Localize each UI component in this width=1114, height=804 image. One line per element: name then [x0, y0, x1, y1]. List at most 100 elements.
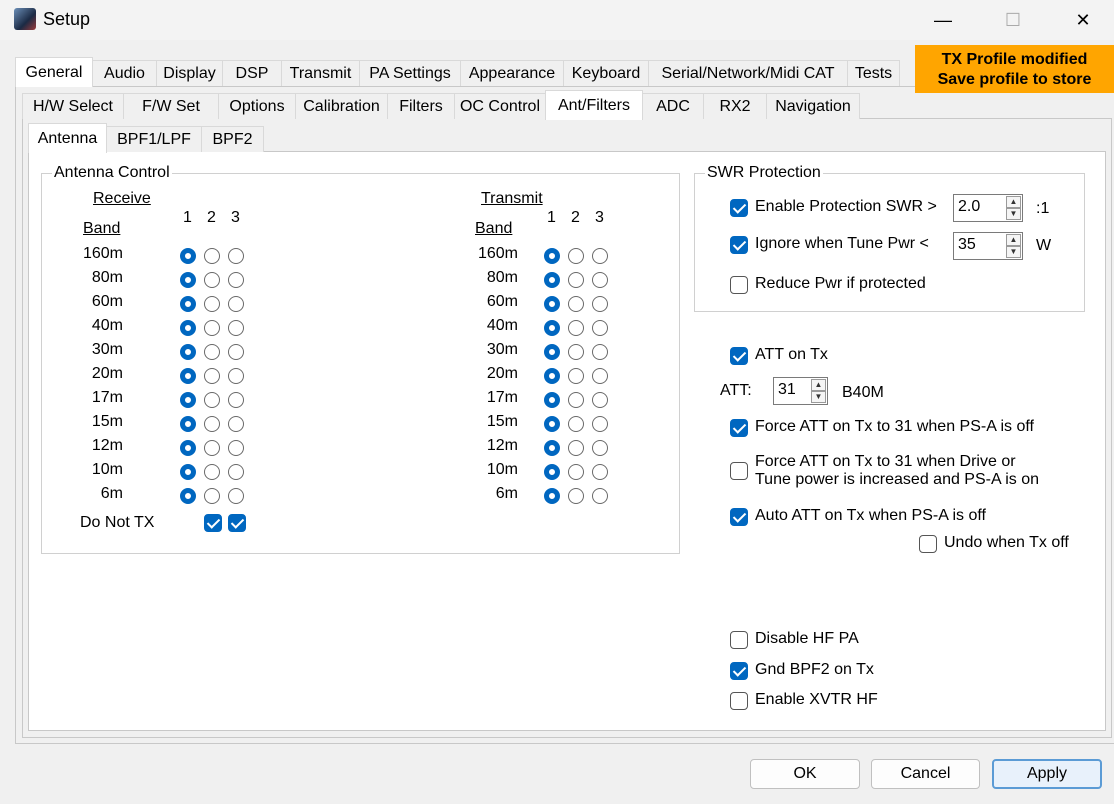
- gnd-bpf2-checkbox[interactable]: [730, 662, 748, 680]
- receive-antenna-radio[interactable]: [204, 296, 220, 312]
- receive-antenna-radio[interactable]: [180, 464, 196, 480]
- spin-down-icon[interactable]: ▼: [1006, 246, 1021, 258]
- transmit-antenna-radio[interactable]: [568, 392, 584, 408]
- receive-antenna-radio[interactable]: [180, 416, 196, 432]
- receive-antenna-radio[interactable]: [228, 368, 244, 384]
- transmit-antenna-radio[interactable]: [592, 392, 608, 408]
- maximize-button[interactable]: ☐: [990, 0, 1036, 40]
- transmit-antenna-radio[interactable]: [568, 464, 584, 480]
- transmit-antenna-radio[interactable]: [544, 368, 560, 384]
- do-not-tx-3-checkbox[interactable]: [228, 514, 246, 532]
- receive-antenna-radio[interactable]: [180, 320, 196, 336]
- receive-antenna-radio[interactable]: [180, 368, 196, 384]
- transmit-antenna-radio[interactable]: [544, 344, 560, 360]
- receive-antenna-radio[interactable]: [228, 272, 244, 288]
- transmit-antenna-radio[interactable]: [544, 272, 560, 288]
- undo-tx-off-checkbox[interactable]: [919, 535, 937, 553]
- tab-general[interactable]: General: [15, 57, 93, 87]
- transmit-antenna-radio[interactable]: [568, 440, 584, 456]
- tab-antenna[interactable]: Antenna: [28, 123, 107, 153]
- receive-antenna-radio[interactable]: [204, 416, 220, 432]
- tab-audio[interactable]: Audio: [92, 60, 157, 86]
- transmit-antenna-radio[interactable]: [568, 368, 584, 384]
- tab-bpf1-lpf[interactable]: BPF1/LPF: [106, 126, 202, 152]
- tab-display[interactable]: Display: [156, 60, 223, 86]
- close-button[interactable]: ✕: [1060, 0, 1106, 40]
- tab-filters[interactable]: Filters: [387, 93, 455, 119]
- receive-antenna-radio[interactable]: [204, 320, 220, 336]
- transmit-antenna-radio[interactable]: [592, 272, 608, 288]
- transmit-antenna-radio[interactable]: [544, 392, 560, 408]
- transmit-antenna-radio[interactable]: [544, 488, 560, 504]
- transmit-antenna-radio[interactable]: [568, 248, 584, 264]
- tab-tests[interactable]: Tests: [847, 60, 900, 86]
- tab-f-w-set[interactable]: F/W Set: [123, 93, 219, 119]
- transmit-antenna-radio[interactable]: [592, 464, 608, 480]
- receive-antenna-radio[interactable]: [228, 344, 244, 360]
- ignore-tune-checkbox[interactable]: [730, 236, 748, 254]
- enable-protection-checkbox[interactable]: [730, 199, 748, 217]
- ok-button[interactable]: OK: [750, 759, 860, 789]
- spin-up-icon[interactable]: ▲: [811, 379, 826, 391]
- receive-antenna-radio[interactable]: [228, 416, 244, 432]
- receive-antenna-radio[interactable]: [180, 272, 196, 288]
- receive-antenna-radio[interactable]: [180, 440, 196, 456]
- receive-antenna-radio[interactable]: [228, 488, 244, 504]
- transmit-antenna-radio[interactable]: [592, 344, 608, 360]
- spin-down-icon[interactable]: ▼: [1006, 208, 1021, 220]
- receive-antenna-radio[interactable]: [228, 464, 244, 480]
- tab-keyboard[interactable]: Keyboard: [563, 60, 649, 86]
- att-value-spinner[interactable]: 31 ▲ ▼: [773, 377, 828, 405]
- transmit-antenna-radio[interactable]: [592, 416, 608, 432]
- transmit-antenna-radio[interactable]: [568, 416, 584, 432]
- transmit-antenna-radio[interactable]: [568, 320, 584, 336]
- transmit-antenna-radio[interactable]: [592, 320, 608, 336]
- receive-antenna-radio[interactable]: [204, 344, 220, 360]
- transmit-antenna-radio[interactable]: [592, 296, 608, 312]
- receive-antenna-radio[interactable]: [180, 248, 196, 264]
- receive-antenna-radio[interactable]: [180, 344, 196, 360]
- receive-antenna-radio[interactable]: [204, 392, 220, 408]
- receive-antenna-radio[interactable]: [228, 440, 244, 456]
- force-att-psa-off-checkbox[interactable]: [730, 419, 748, 437]
- tab-calibration[interactable]: Calibration: [295, 93, 388, 119]
- tab-navigation[interactable]: Navigation: [766, 93, 860, 119]
- att-on-tx-checkbox[interactable]: [730, 347, 748, 365]
- tab-bpf2[interactable]: BPF2: [201, 126, 264, 152]
- disable-hf-pa-checkbox[interactable]: [730, 631, 748, 649]
- receive-antenna-radio[interactable]: [204, 488, 220, 504]
- transmit-antenna-radio[interactable]: [544, 440, 560, 456]
- reduce-pwr-checkbox[interactable]: [730, 276, 748, 294]
- tab-options[interactable]: Options: [218, 93, 296, 119]
- receive-antenna-radio[interactable]: [204, 464, 220, 480]
- transmit-antenna-radio[interactable]: [592, 488, 608, 504]
- spin-down-icon[interactable]: ▼: [811, 391, 826, 403]
- receive-antenna-radio[interactable]: [228, 296, 244, 312]
- tab-rx2[interactable]: RX2: [703, 93, 767, 119]
- tab-adc[interactable]: ADC: [642, 93, 704, 119]
- receive-antenna-radio[interactable]: [228, 320, 244, 336]
- tab-serial-network-midi-cat[interactable]: Serial/Network/Midi CAT: [648, 60, 848, 86]
- tune-pwr-spinner[interactable]: 35 ▲ ▼: [953, 232, 1023, 260]
- transmit-antenna-radio[interactable]: [592, 248, 608, 264]
- receive-antenna-radio[interactable]: [180, 488, 196, 504]
- tab-ant-filters[interactable]: Ant/Filters: [545, 90, 643, 120]
- apply-button[interactable]: Apply: [992, 759, 1102, 789]
- transmit-antenna-radio[interactable]: [544, 320, 560, 336]
- receive-antenna-radio[interactable]: [228, 248, 244, 264]
- receive-antenna-radio[interactable]: [180, 296, 196, 312]
- force-att-drive-checkbox[interactable]: [730, 462, 748, 480]
- receive-antenna-radio[interactable]: [204, 368, 220, 384]
- enable-xvtr-checkbox[interactable]: [730, 692, 748, 710]
- tab-pa-settings[interactable]: PA Settings: [359, 60, 461, 86]
- transmit-antenna-radio[interactable]: [544, 464, 560, 480]
- transmit-antenna-radio[interactable]: [544, 416, 560, 432]
- swr-value-spinner[interactable]: 2.0 ▲ ▼: [953, 194, 1023, 222]
- do-not-tx-2-checkbox[interactable]: [204, 514, 222, 532]
- receive-antenna-radio[interactable]: [228, 392, 244, 408]
- transmit-antenna-radio[interactable]: [592, 440, 608, 456]
- spin-up-icon[interactable]: ▲: [1006, 196, 1021, 208]
- receive-antenna-radio[interactable]: [204, 248, 220, 264]
- cancel-button[interactable]: Cancel: [871, 759, 980, 789]
- transmit-antenna-radio[interactable]: [568, 488, 584, 504]
